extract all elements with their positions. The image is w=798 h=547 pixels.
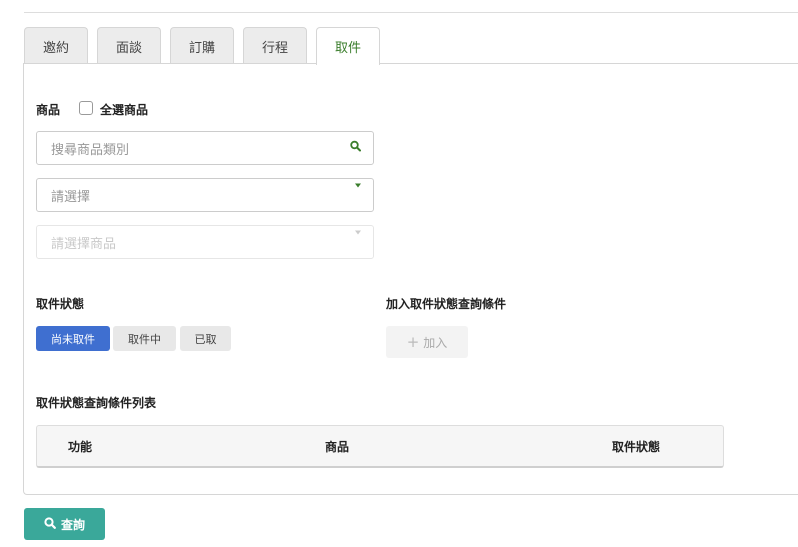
query-button-label: 查詢 bbox=[60, 517, 85, 532]
product-select: 請選擇商品 bbox=[36, 225, 374, 259]
tab-order[interactable]: 訂購 bbox=[170, 27, 234, 64]
product-label: 商品 bbox=[36, 103, 61, 117]
add-condition-button[interactable]: + 加入 bbox=[386, 326, 468, 358]
column-header-function: 功能 bbox=[68, 440, 93, 454]
tab-invitation[interactable]: 邀約 bbox=[24, 27, 88, 64]
caret-down-icon bbox=[355, 183, 361, 203]
query-button[interactable]: 查詢 bbox=[24, 508, 105, 540]
caret-down-icon bbox=[355, 230, 361, 250]
select-all-checkbox[interactable] bbox=[79, 101, 93, 115]
tab-pickup[interactable]: 取件 bbox=[316, 27, 380, 65]
add-button-label: 加入 bbox=[423, 335, 448, 350]
column-header-product: 商品 bbox=[325, 440, 350, 454]
product-select-placeholder: 請選擇商品 bbox=[51, 236, 117, 252]
status-picked-button[interactable]: 已取 bbox=[180, 326, 231, 351]
top-divider bbox=[24, 12, 798, 13]
condition-list-label: 取件狀態查詢條件列表 bbox=[36, 396, 157, 410]
plus-icon: + bbox=[406, 332, 420, 351]
condition-list-table: 功能 商品 取件狀態 bbox=[36, 425, 724, 468]
column-header-pickup-status: 取件狀態 bbox=[612, 440, 661, 454]
status-not-picked-button[interactable]: 尚未取件 bbox=[36, 326, 110, 351]
category-select[interactable]: 請選擇 bbox=[36, 178, 374, 212]
category-select-placeholder: 請選擇 bbox=[51, 189, 91, 205]
pickup-status-label: 取件狀態 bbox=[36, 297, 85, 311]
search-placeholder: 搜尋商品類別 bbox=[51, 142, 130, 158]
tab-interview[interactable]: 面談 bbox=[97, 27, 161, 64]
select-all-label: 全選商品 bbox=[100, 103, 149, 117]
product-category-search-input[interactable]: 搜尋商品類別 bbox=[36, 131, 374, 165]
search-icon[interactable] bbox=[350, 140, 361, 156]
tab-schedule[interactable]: 行程 bbox=[243, 27, 307, 64]
search-icon bbox=[44, 516, 56, 532]
status-picking-button[interactable]: 取件中 bbox=[113, 326, 176, 351]
add-condition-label: 加入取件狀態查詢條件 bbox=[386, 297, 507, 311]
